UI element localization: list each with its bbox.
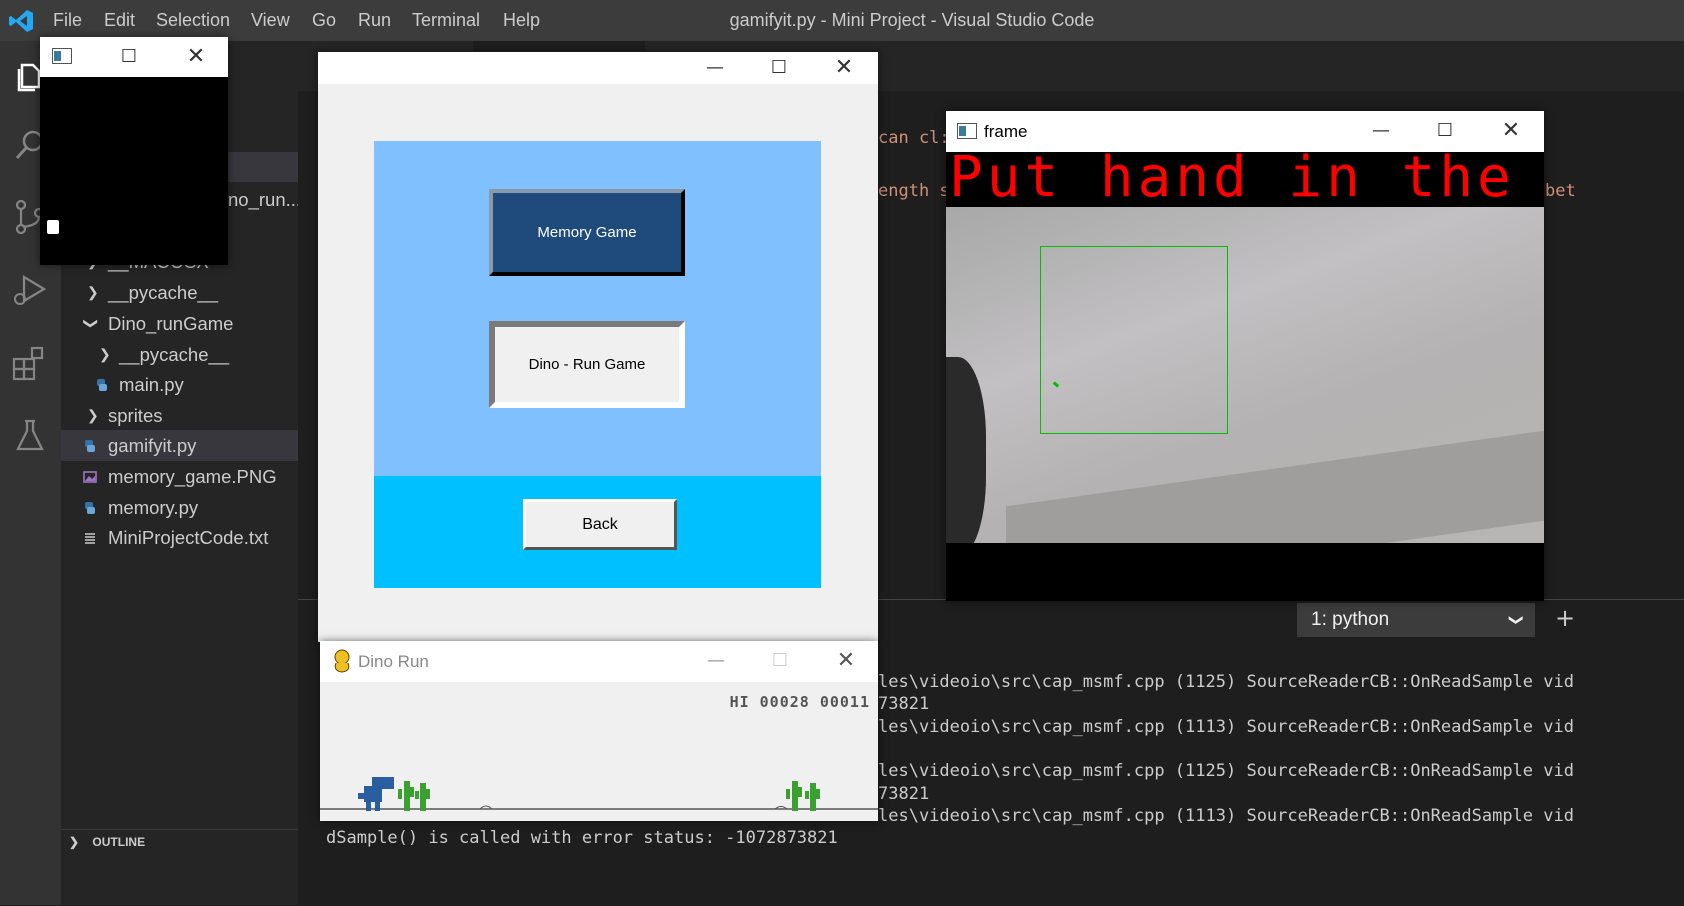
explorer-item-label: __pycache__ xyxy=(108,282,219,303)
pygame-snake-icon xyxy=(334,649,350,673)
terminal-line: les\videoio\src\cap_msmf.cpp (1113) Sour… xyxy=(878,806,1574,826)
close-icon[interactable]: ✕ xyxy=(823,645,869,677)
chevron-right-icon: ❯ xyxy=(87,284,99,300)
editor-text-fragment: bet xyxy=(1545,181,1576,201)
explorer-item-label: MiniProjectCode.txt xyxy=(108,527,269,548)
cactus-obstacle xyxy=(398,781,430,811)
dino-character xyxy=(358,777,394,811)
dino-window-titlebar: Dino Run — ☐ ✕ xyxy=(320,641,878,682)
explorer-item-label: main.py xyxy=(119,374,184,395)
camera-feed xyxy=(946,207,1544,543)
explorer-item-label: sprites xyxy=(108,405,163,426)
extensions-icon[interactable] xyxy=(8,341,52,385)
explorer-item-label: gamifyit.py xyxy=(108,435,197,456)
image-file-icon xyxy=(83,471,97,483)
white-blob-shape xyxy=(47,220,59,234)
small-black-window[interactable]: ☐ ✕ xyxy=(40,37,228,265)
terminal-line: 73821 xyxy=(878,784,930,804)
maximize-icon[interactable]: ☐ xyxy=(1422,115,1468,147)
explorer-item-memory-game-png[interactable]: memory_game.PNG xyxy=(61,461,298,492)
minimize-icon[interactable]: — xyxy=(692,52,738,84)
explorer-item-label: memory_game.PNG xyxy=(108,466,277,487)
vscode-titlebar: File Edit Selection View Go Run Terminal… xyxy=(0,0,1684,41)
outline-section-header[interactable]: ❯ OUTLINE xyxy=(69,835,145,849)
editor-text-fragment: can cl: xyxy=(878,128,950,148)
testing-flask-icon[interactable] xyxy=(8,413,52,457)
dino-window-title: Dino Run xyxy=(358,652,429,671)
camera-shadow-region xyxy=(1006,427,1544,543)
memory-game-button[interactable]: Memory Game xyxy=(489,189,685,276)
terminal-selector-value: 1: python xyxy=(1311,609,1390,630)
outline-label: OUTLINE xyxy=(92,835,146,849)
overlay-text-container: Put hand in the box xyxy=(946,151,1544,209)
dino-run-game-button[interactable]: Dino - Run Game xyxy=(489,321,685,408)
cactus-obstacle xyxy=(786,781,820,811)
explorer-item-label: __pycache__ xyxy=(119,344,230,365)
python-file-icon xyxy=(85,502,95,514)
maximize-icon[interactable]: ☐ xyxy=(106,41,152,73)
back-button[interactable]: Back xyxy=(523,499,677,550)
frame-window-titlebar: frame — ☐ ✕ xyxy=(946,111,1544,152)
app-window-icon xyxy=(52,48,72,64)
editor-text-fragment: ength s xyxy=(878,181,950,201)
game-menu-window[interactable]: — ☐ ✕ Memory Game Dino - Run Game Back xyxy=(318,52,878,642)
chevron-down-icon: ❯ xyxy=(1509,614,1526,626)
sidebar-divider xyxy=(61,829,298,830)
chevron-right-icon: ❯ xyxy=(87,407,99,423)
terminal-line: les\videoio\src\cap_msmf.cpp (1125) Sour… xyxy=(878,672,1574,692)
explorer-item-main-py[interactable]: main.py xyxy=(61,369,298,400)
frame-window-title: frame xyxy=(984,122,1028,141)
hand-detection-box xyxy=(1040,246,1228,434)
chevron-right-icon: ❯ xyxy=(69,835,80,849)
camera-frame-window[interactable]: frame — ☐ ✕ Put hand in the box xyxy=(946,111,1544,601)
maximize-icon: ☐ xyxy=(771,650,789,671)
new-terminal-plus-icon[interactable]: + xyxy=(1555,604,1575,632)
close-icon[interactable]: ✕ xyxy=(173,41,219,73)
explorer-item-pycache-nested[interactable]: ❯ __pycache__ xyxy=(61,339,298,370)
maximize-icon[interactable]: ☐ xyxy=(756,52,802,84)
explorer-item-memory-py[interactable]: memory.py xyxy=(61,492,298,523)
terminal-line: dSample() is called with error status: -… xyxy=(326,828,838,848)
python-file-icon xyxy=(97,379,107,391)
small-window-titlebar: ☐ ✕ xyxy=(40,37,228,77)
editor-tab-active[interactable] xyxy=(473,41,645,51)
close-icon[interactable]: ✕ xyxy=(1488,115,1534,147)
minimize-icon[interactable]: — xyxy=(1358,115,1404,147)
chevron-right-icon: ❯ xyxy=(99,346,111,362)
close-icon[interactable]: ✕ xyxy=(821,52,867,84)
explorer-item-label: Dino_runGame xyxy=(108,313,234,334)
terminal-line: les\videoio\src\cap_msmf.cpp (1113) Sour… xyxy=(878,717,1574,737)
explorer-item-label: no_run... xyxy=(228,189,302,210)
dino-game-scene xyxy=(320,777,878,811)
camera-dark-shape xyxy=(946,357,986,543)
terminal-selector-dropdown[interactable]: 1: python ❯ xyxy=(1297,603,1535,637)
explorer-item-sprites[interactable]: ❯ sprites xyxy=(61,400,298,431)
explorer-item-dino-rungame[interactable]: ❯ Dino_runGame xyxy=(61,308,298,339)
python-file-icon xyxy=(85,440,95,452)
app-window-icon xyxy=(957,123,977,139)
terminal-line: les\videoio\src\cap_msmf.cpp (1125) Sour… xyxy=(878,761,1574,781)
dino-score-text: HI 00028 00011 xyxy=(729,693,870,711)
overlay-instruction-text: Put hand in the box xyxy=(949,151,1544,209)
explorer-item-pycache[interactable]: ❯ __pycache__ xyxy=(61,277,298,308)
run-debug-icon[interactable] xyxy=(8,267,52,311)
explorer-item-miniprojectcode-txt[interactable]: MiniProjectCode.txt xyxy=(61,522,298,553)
chevron-down-icon: ❯ xyxy=(83,317,100,330)
minimize-icon[interactable]: — xyxy=(693,645,739,677)
terminal-line: 73821 xyxy=(878,694,930,714)
explorer-item-label: memory.py xyxy=(108,497,199,518)
dino-run-window[interactable]: Dino Run — ☐ ✕ HI 00028 00011 xyxy=(320,641,878,821)
vscode-window-title: gamifyit.py - Mini Project - Visual Stud… xyxy=(729,10,1095,30)
game-menu-titlebar: — ☐ ✕ xyxy=(318,52,878,84)
explorer-item-gamifyit-py[interactable]: gamifyit.py xyxy=(61,430,298,461)
text-file-icon xyxy=(85,533,95,544)
